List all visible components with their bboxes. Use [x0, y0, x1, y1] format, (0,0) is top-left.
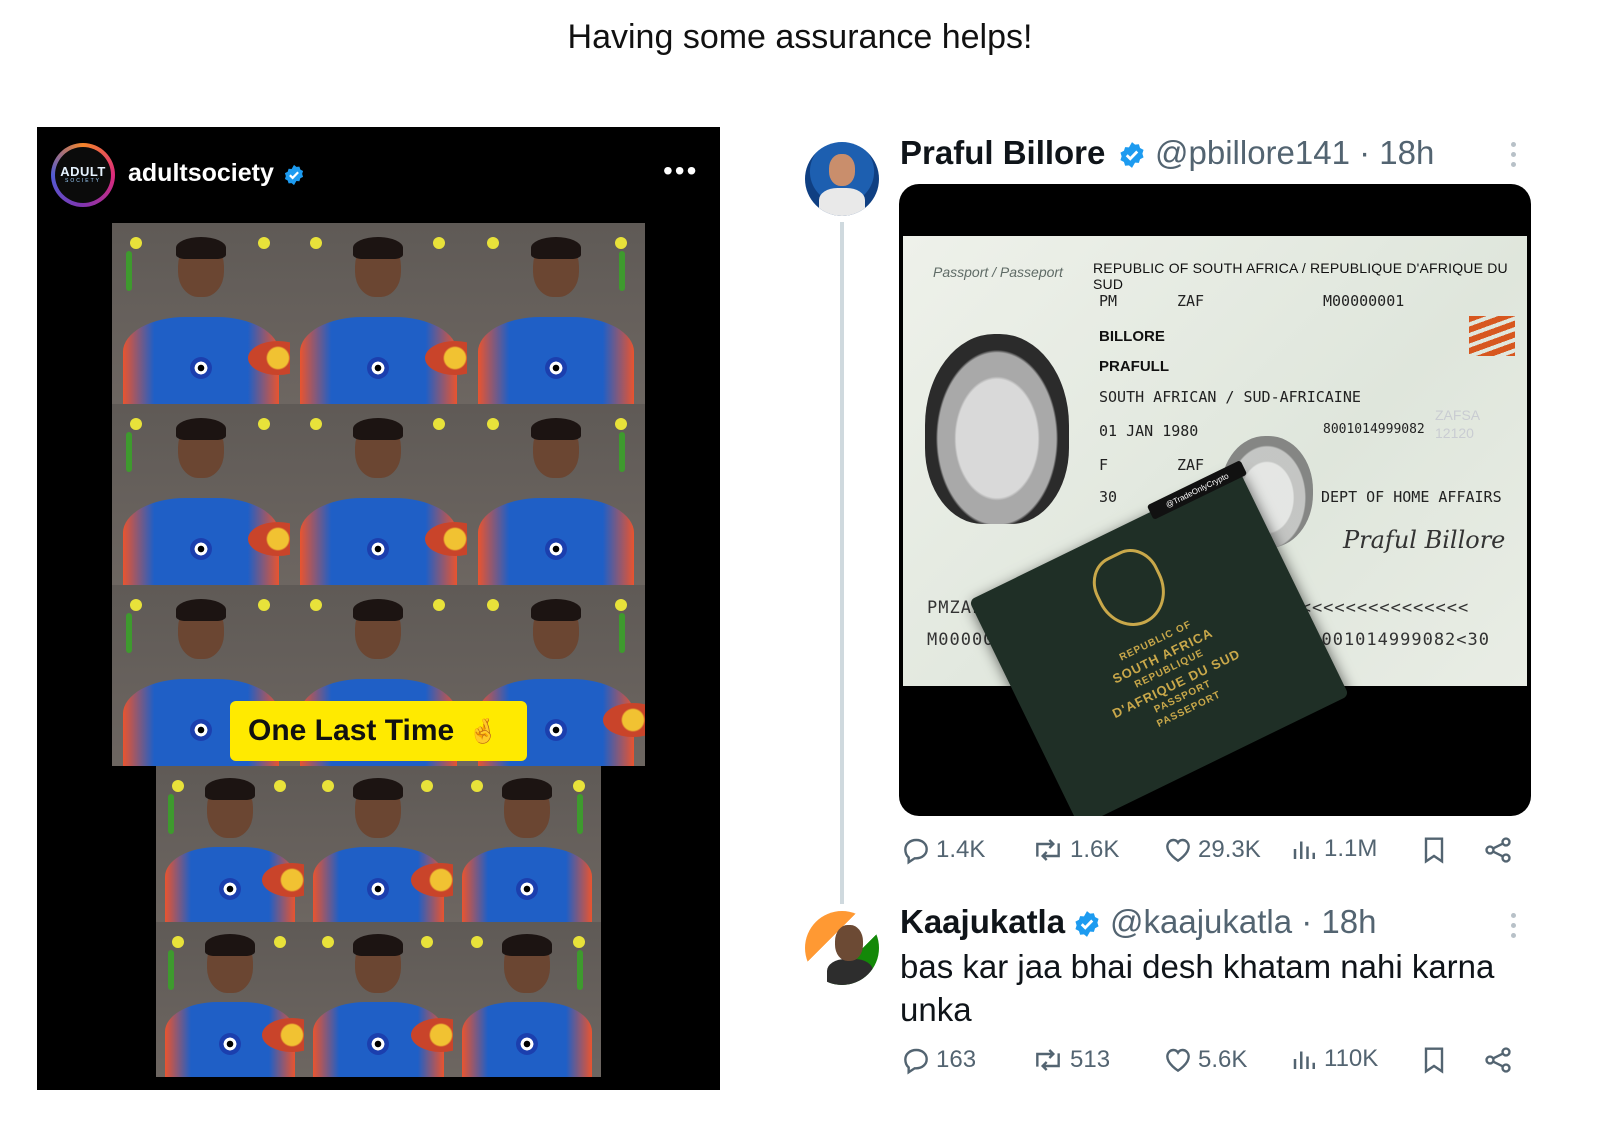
player-photo: [467, 223, 645, 404]
instagram-post: ADULT SOCIETY adultsociety ••• One Last …: [37, 127, 720, 1090]
heart-icon: [1166, 1048, 1190, 1073]
like-count: 29.3K: [1198, 836, 1261, 863]
more-horizontal-icon[interactable]: •••: [663, 157, 698, 185]
bookmark-button[interactable]: [1418, 1044, 1454, 1076]
views-icon: [1293, 1051, 1315, 1069]
views-button[interactable]: 110K: [1290, 1044, 1378, 1074]
reply-author-handle[interactable]: @kaajukatla · 18h: [1110, 903, 1376, 941]
player-photo: [304, 921, 453, 1077]
reply-action-bar: 163 513 5.6K 110K: [900, 1044, 1520, 1084]
repost-count: 1.6K: [1070, 836, 1120, 863]
tweet-media-image[interactable]: Passport / Passeport REPUBLIC OF SOUTH A…: [899, 184, 1531, 816]
player-photo: [112, 223, 290, 404]
avatar-logo-subtext: SOCIETY: [65, 178, 101, 184]
passport-photo: [925, 334, 1069, 524]
passport-dob: 01 JAN 1980: [1099, 422, 1199, 440]
passport-place-of-birth: ZAF: [1177, 456, 1205, 474]
heart-icon: [1166, 838, 1190, 863]
tweet-action-bar: 1.4K 1.6K 29.3K 1.1M: [900, 834, 1520, 874]
repost-button[interactable]: 513: [1030, 1044, 1110, 1076]
player-photo: [289, 404, 468, 585]
bookmark-icon: [1424, 1047, 1444, 1074]
passport-signature: Praful Billore: [1343, 526, 1506, 554]
more-vertical-icon[interactable]: [1511, 913, 1517, 938]
zafsa-text: ZAFSA: [1435, 407, 1481, 423]
reply-button[interactable]: 163: [900, 1044, 976, 1076]
passport-given-names: PRAFULL: [1099, 358, 1169, 375]
views-icon: [1293, 841, 1315, 859]
tweet-author-handle[interactable]: @pbillore141 · 18h: [1155, 134, 1434, 172]
overlay-caption-text: One Last Time: [248, 714, 455, 747]
repost-icon: [1036, 1049, 1060, 1071]
player-photo: [452, 766, 601, 922]
views-button[interactable]: 1.1M: [1290, 834, 1377, 864]
passport-tag: Passport / Passeport: [933, 264, 1063, 280]
player-photo: [156, 766, 305, 922]
passport-surname: BILLORE: [1099, 328, 1165, 345]
like-count: 5.6K: [1198, 1046, 1248, 1073]
player-photo: [304, 766, 453, 922]
player-photo: [452, 921, 601, 1077]
verified-badge-icon: [1073, 910, 1101, 943]
overlay-caption: One Last Time 🤞: [230, 701, 527, 761]
share-icon: [1485, 837, 1511, 863]
passport-code: ZAF: [1177, 292, 1205, 310]
player-photo: [467, 404, 645, 585]
instagram-username[interactable]: adultsociety: [128, 159, 274, 188]
share-icon: [1485, 1047, 1511, 1073]
instagram-avatar[interactable]: ADULT SOCIETY: [51, 143, 115, 207]
instagram-post-header: ADULT SOCIETY adultsociety •••: [37, 127, 720, 222]
verified-badge-icon: [1118, 141, 1146, 174]
passport-number: M00000001: [1323, 292, 1405, 310]
thread-connector-line: [840, 222, 844, 904]
player-photo: [112, 404, 290, 585]
bookmark-button[interactable]: [1418, 834, 1454, 866]
reply-count: 1.4K: [936, 836, 986, 863]
crossed-fingers-emoji: 🤞: [468, 717, 499, 745]
tweet-author-name[interactable]: Praful Billore: [900, 134, 1105, 172]
coat-of-arms-icon: [1082, 539, 1178, 638]
repost-button[interactable]: 1.6K: [1030, 834, 1119, 866]
passport-nationality: SOUTH AFRICAN / SUD-AFRICAINE: [1099, 388, 1361, 406]
reply-icon: [904, 1048, 928, 1075]
views-count: 110K: [1324, 1045, 1379, 1072]
player-collage-top: [112, 223, 645, 766]
passport-type: PM: [1099, 292, 1118, 310]
reply-author-name[interactable]: Kaajukatla: [900, 903, 1065, 941]
player-photo: [289, 223, 468, 404]
avatar-logo-text: ADULT: [60, 164, 106, 179]
reply-text: bas kar jaa bhai desh khatam nahi karna …: [900, 948, 1495, 1028]
zafsa-number: 12120: [1435, 425, 1474, 441]
passport-sex: F: [1099, 456, 1109, 474]
like-button[interactable]: 29.3K: [1162, 834, 1261, 866]
passport-issue-date: 30: [1099, 488, 1118, 506]
passport-id-number: 8001014999082: [1323, 422, 1425, 437]
reply-author-avatar[interactable]: [805, 911, 879, 985]
passport-authority: DEPT OF HOME AFFAIRS: [1321, 488, 1502, 506]
more-vertical-icon[interactable]: [1511, 142, 1517, 167]
like-button[interactable]: 5.6K: [1162, 1044, 1247, 1076]
share-button[interactable]: [1482, 834, 1518, 866]
repost-icon: [1036, 839, 1060, 861]
meme-caption: Having some assurance helps!: [567, 18, 1033, 56]
passport-country: REPUBLIC OF SOUTH AFRICA / REPUBLIQUE D'…: [1093, 260, 1508, 292]
player-photo: [156, 921, 305, 1077]
reply-icon: [904, 838, 928, 865]
passport-emblem: [1469, 316, 1515, 356]
tweet-author-avatar[interactable]: [805, 142, 879, 216]
repost-count: 513: [1070, 1046, 1111, 1073]
views-count: 1.1M: [1324, 835, 1378, 862]
reply-count: 163: [936, 1046, 977, 1073]
passport-zafsa-mark: ZAFSA 12120: [1435, 406, 1480, 442]
bookmark-icon: [1424, 837, 1444, 864]
verified-badge-icon: [283, 164, 305, 191]
share-button[interactable]: [1482, 1044, 1518, 1076]
mrz-line-2-right: 08001014999082<30: [1299, 630, 1490, 650]
reply-button[interactable]: 1.4K: [900, 834, 985, 866]
player-collage-bottom: [156, 766, 601, 1077]
